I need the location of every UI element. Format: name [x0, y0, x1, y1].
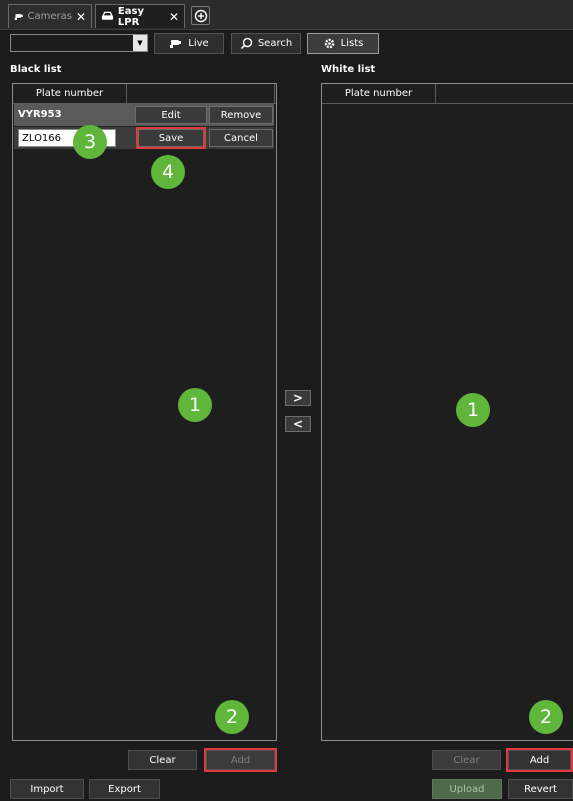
callout-4: 4 [151, 155, 185, 189]
edit-button[interactable]: Edit [135, 106, 207, 124]
black-list-header: Plate number [13, 84, 276, 104]
plate-number-column[interactable]: Plate number [13, 84, 127, 103]
plate-number-column[interactable]: Plate number [322, 84, 436, 103]
upload-button[interactable]: Upload [432, 779, 502, 799]
move-to-white-button[interactable]: > [285, 390, 311, 406]
tab-label: Easy LPR [117, 5, 144, 28]
black-add-button[interactable]: Add [204, 748, 277, 772]
black-list-panel[interactable]: Plate number VYR953 Edit Remove Save Can… [12, 83, 277, 741]
tab-label: Cameras [27, 11, 72, 22]
white-list-header: Plate number [322, 84, 573, 104]
plate-value: VYR953 [18, 109, 62, 120]
live-button[interactable]: Live [154, 33, 224, 54]
edit-row[interactable]: Save Cancel [14, 127, 274, 149]
callout-3: 3 [73, 125, 107, 159]
cancel-button[interactable]: Cancel [209, 129, 273, 147]
add-tab-icon [194, 9, 207, 22]
callout-2-white: 2 [529, 700, 563, 734]
search-icon [240, 37, 253, 50]
white-clear-button[interactable]: Clear [432, 750, 501, 770]
black-clear-button[interactable]: Clear [128, 750, 197, 770]
revert-button[interactable]: Revert [508, 779, 573, 799]
callout-2-black: 2 [215, 700, 249, 734]
camera-icon [14, 13, 23, 20]
search-label: Search [257, 38, 293, 49]
black-list-title: Black list [10, 64, 62, 75]
white-add-button[interactable]: Add [506, 748, 573, 772]
chevron-down-icon[interactable]: ▼ [133, 35, 147, 51]
white-list-title: White list [321, 64, 376, 75]
lists-button[interactable]: Lists [307, 33, 379, 54]
lists-label: Lists [340, 38, 364, 49]
gear-icon [324, 38, 334, 49]
search-button[interactable]: Search [231, 33, 301, 54]
tab-cameras[interactable]: Cameras ✕ [8, 4, 92, 28]
car-icon [101, 11, 114, 20]
close-icon[interactable]: ✕ [169, 10, 179, 24]
callout-1-white: 1 [456, 393, 490, 427]
export-button[interactable]: Export [89, 779, 160, 799]
save-button[interactable]: Save [136, 127, 206, 149]
callout-1-black: 1 [178, 388, 212, 422]
camera-selector[interactable]: ▼ [10, 34, 148, 52]
close-icon[interactable]: ✕ [76, 10, 86, 24]
add-tab-button[interactable] [191, 6, 210, 25]
import-button[interactable]: Import [10, 779, 84, 799]
camera-icon [170, 39, 182, 48]
remove-button[interactable]: Remove [209, 106, 273, 124]
move-to-black-button[interactable]: < [285, 416, 311, 432]
empty-column [126, 84, 275, 103]
live-label: Live [188, 38, 209, 49]
table-row[interactable]: VYR953 Edit Remove [14, 104, 274, 126]
tab-easy-lpr[interactable]: Easy LPR ✕ [95, 4, 185, 28]
white-list-panel[interactable]: Plate number [321, 83, 573, 741]
